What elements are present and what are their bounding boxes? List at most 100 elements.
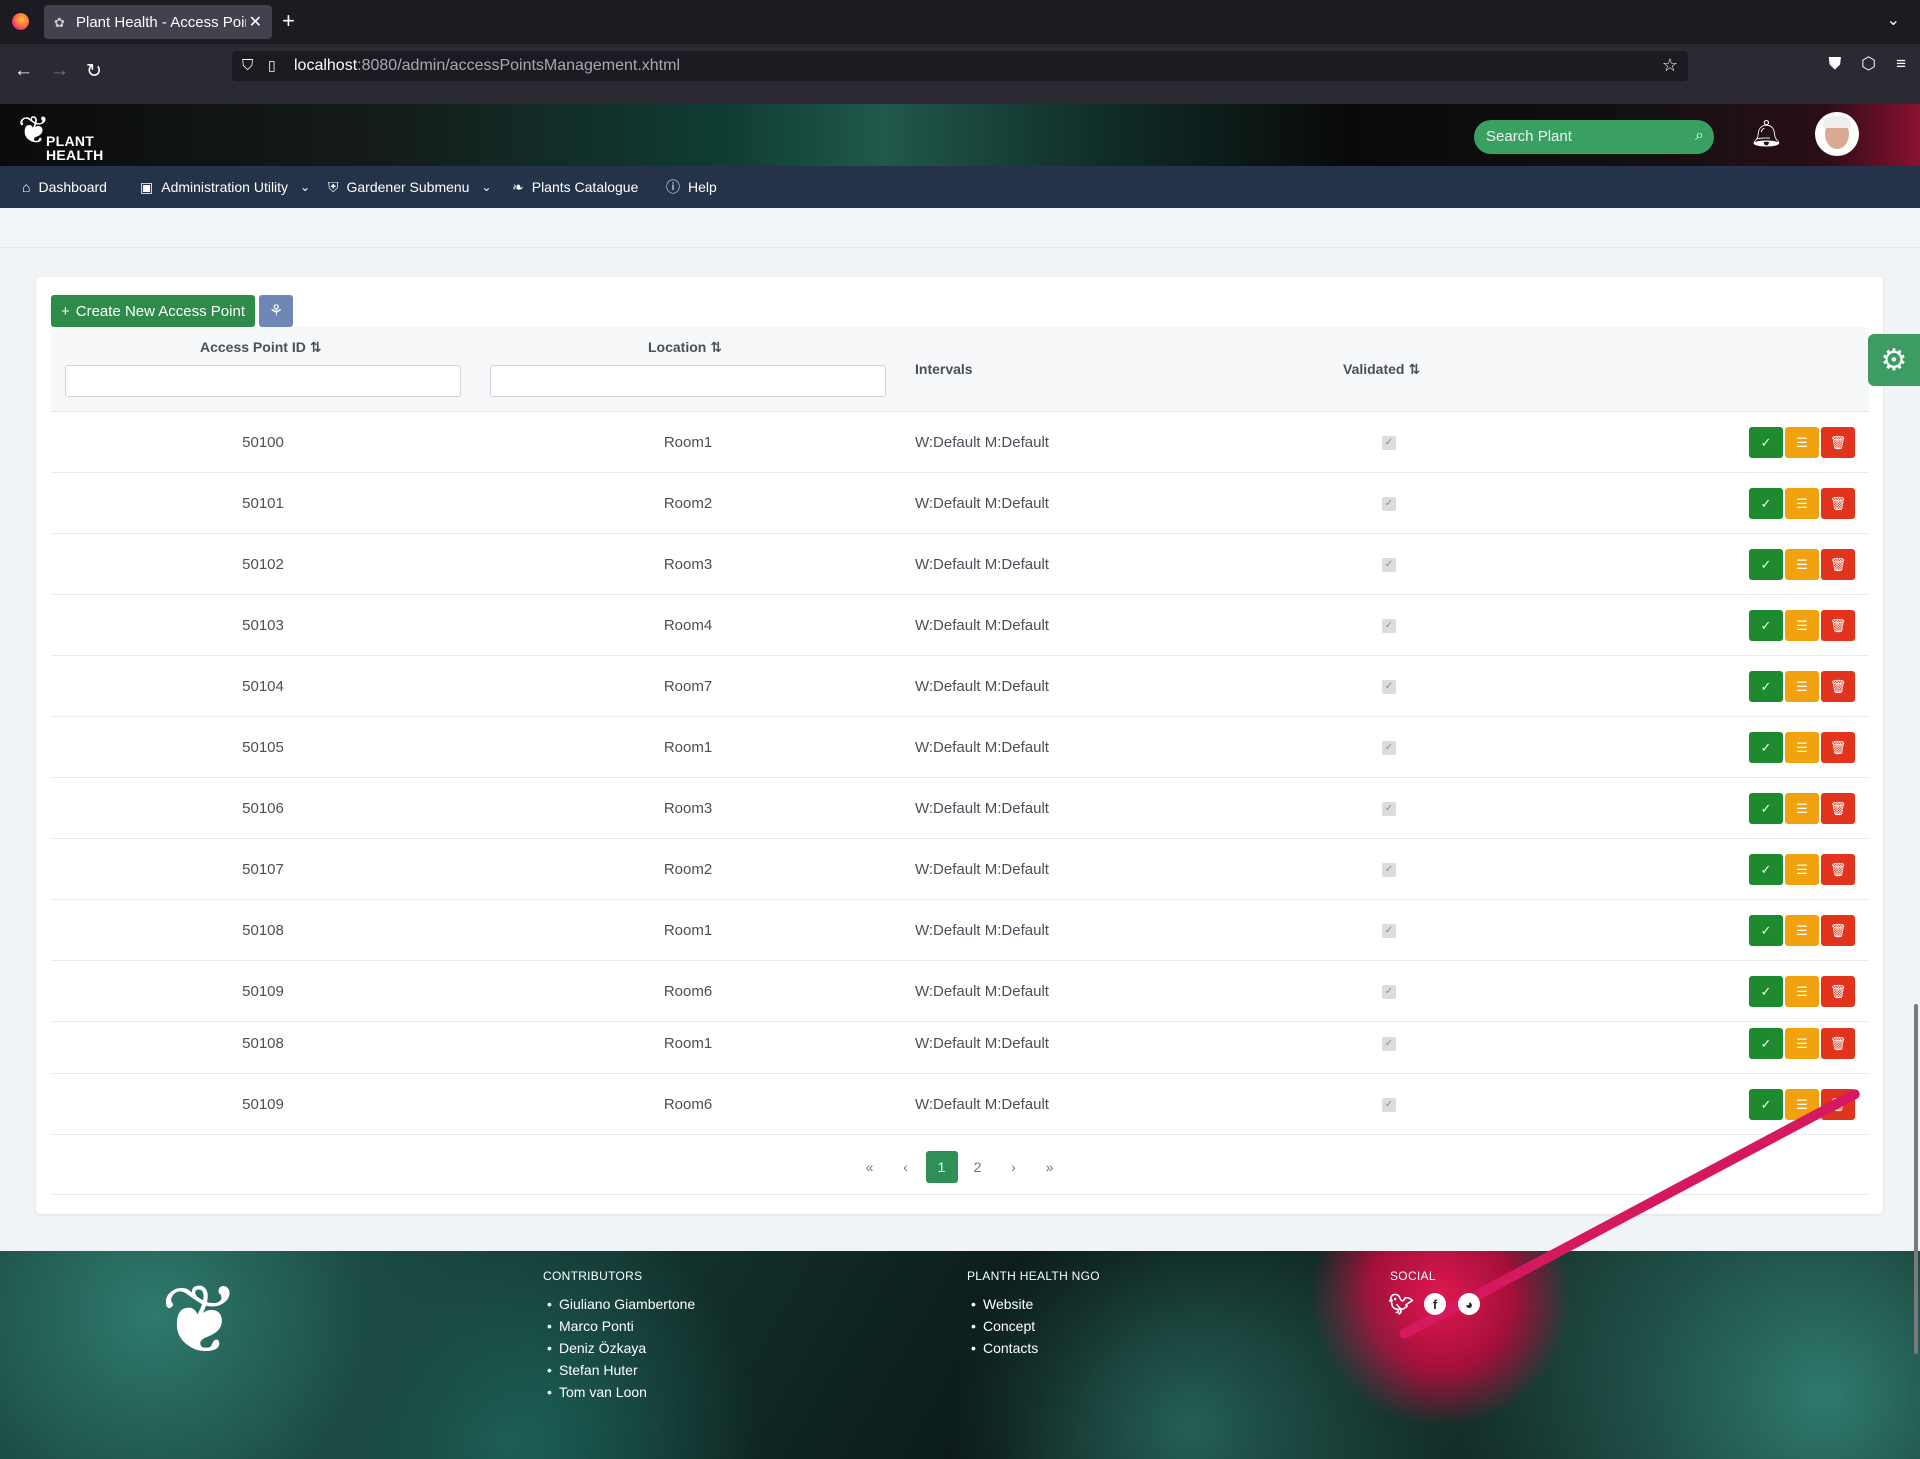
table-row[interactable]: 50108 Room1 W:Default M:Default ✓ ✓ ☰ 🗑︎ <box>51 900 1869 961</box>
delete-button[interactable]: 🗑︎ <box>1821 915 1855 946</box>
validate-button[interactable]: ✓ <box>1749 915 1783 946</box>
menu-help[interactable]: ⓘ Help <box>666 166 717 208</box>
url-bar[interactable]: ⛉ ▯ localhost:8080/admin/accessPointsMan… <box>232 51 1688 81</box>
facebook-icon[interactable]: f <box>1424 1293 1446 1315</box>
menu-plants-catalogue[interactable]: ❧ Plants Catalogue <box>512 166 638 208</box>
edit-settings-button[interactable]: ☰ <box>1785 854 1819 885</box>
validate-button[interactable]: ✓ <box>1749 671 1783 702</box>
delete-button[interactable]: 🗑︎ <box>1821 427 1855 458</box>
edit-settings-button[interactable]: ☰ <box>1785 488 1819 519</box>
shield-icon[interactable]: ⛉ <box>242 57 253 74</box>
new-tab-button[interactable]: + <box>282 8 295 34</box>
list-tabs-button[interactable]: ⌄ <box>1887 10 1900 30</box>
validated-checkbox[interactable]: ✓ <box>1382 740 1396 755</box>
delete-button[interactable]: 🗑︎ <box>1821 549 1855 580</box>
validate-button[interactable]: ✓ <box>1749 427 1783 458</box>
search-input[interactable] <box>1486 128 1676 145</box>
browser-tab[interactable]: ✿ Plant Health - Access Point ✕ <box>44 5 272 39</box>
validate-button[interactable]: ✓ <box>1749 488 1783 519</box>
filter-location-input[interactable] <box>490 365 886 397</box>
github-icon[interactable]: ◕ <box>1458 1293 1480 1315</box>
validate-button[interactable]: ✓ <box>1749 732 1783 763</box>
table-row[interactable]: 50101 Room2 W:Default M:Default ✓ ✓ ☰ 🗑︎ <box>51 473 1869 534</box>
table-row[interactable]: 50107 Room2 W:Default M:Default ✓ ✓ ☰ 🗑︎ <box>51 839 1869 900</box>
page-scrollbar[interactable] <box>1914 1004 1918 1354</box>
table-row[interactable]: 50103 Room4 W:Default M:Default ✓ ✓ ☰ 🗑︎ <box>51 595 1869 656</box>
delete-button[interactable]: 🗑︎ <box>1821 976 1855 1007</box>
validated-checkbox[interactable]: ✓ <box>1382 862 1396 877</box>
concept-link[interactable]: Concept <box>967 1315 1100 1337</box>
edit-settings-button[interactable]: ☰ <box>1785 427 1819 458</box>
url-text[interactable]: localhost:8080/admin/accessPointsManagem… <box>294 57 680 75</box>
validate-button[interactable]: ✓ <box>1749 1089 1783 1120</box>
edit-settings-button[interactable]: ☰ <box>1785 1028 1819 1059</box>
column-validated[interactable]: Validated ⇅ <box>1343 361 1420 378</box>
table-row[interactable]: 50105 Room1 W:Default M:Default ✓ ✓ ☰ 🗑︎ <box>51 717 1869 778</box>
validated-checkbox[interactable]: ✓ <box>1382 435 1396 450</box>
page-info-icon[interactable]: ▯ <box>268 57 276 74</box>
create-access-point-button[interactable]: + Create New Access Point <box>51 295 255 327</box>
table-row[interactable]: 50109Room6W:Default M:Default✓✓☰🗑︎ <box>51 1074 1869 1135</box>
validated-checkbox[interactable]: ✓ <box>1382 618 1396 633</box>
column-access-point-id[interactable]: Access Point ID ⇅ <box>200 339 322 356</box>
edit-settings-button[interactable]: ☰ <box>1785 793 1819 824</box>
menu-administration-utility[interactable]: ▣ Administration Utility ⌄ <box>140 166 310 208</box>
delete-button[interactable]: 🗑︎ <box>1821 610 1855 641</box>
validated-checkbox[interactable]: ✓ <box>1382 801 1396 816</box>
validated-checkbox[interactable]: ✓ <box>1382 557 1396 572</box>
edit-settings-button[interactable]: ☰ <box>1785 610 1819 641</box>
notifications-bell-icon[interactable]: 🔔︎ <box>1750 118 1783 149</box>
back-button[interactable]: ← <box>14 60 33 82</box>
page-1-button[interactable]: 1 <box>925 1151 958 1183</box>
validated-checkbox[interactable]: ✓ <box>1382 679 1396 694</box>
validate-button[interactable]: ✓ <box>1749 976 1783 1007</box>
delete-button[interactable]: 🗑︎ <box>1821 488 1855 519</box>
plant-health-logo[interactable]: ❦ PLANT HEALTH <box>18 108 128 162</box>
plant-filter-button[interactable]: ⚘ <box>259 295 293 327</box>
prev-page-button[interactable]: ‹ <box>890 1151 922 1183</box>
delete-button[interactable]: 🗑︎ <box>1821 854 1855 885</box>
validated-checkbox[interactable]: ✓ <box>1382 496 1396 511</box>
edit-settings-button[interactable]: ☰ <box>1785 732 1819 763</box>
user-avatar[interactable] <box>1815 112 1859 156</box>
page-2-button[interactable]: 2 <box>962 1151 994 1183</box>
table-row[interactable]: 50100 Room1 W:Default M:Default ✓ ✓ ☰ 🗑︎ <box>51 412 1869 473</box>
edit-settings-button[interactable]: ☰ <box>1785 671 1819 702</box>
validate-button[interactable]: ✓ <box>1749 610 1783 641</box>
pocket-icon[interactable]: ⛊ <box>1828 54 1841 74</box>
menu-hamburger-icon[interactable]: ≡ <box>1896 54 1906 74</box>
last-page-button[interactable]: » <box>1034 1151 1066 1183</box>
search-icon[interactable]: ⌕ <box>1695 127 1704 145</box>
layout-config-button[interactable]: ⚙ <box>1868 334 1920 386</box>
delete-button[interactable]: 🗑︎ <box>1821 1028 1855 1059</box>
menu-gardener-submenu[interactable]: ⛨ Gardener Submenu ⌄ <box>328 166 492 208</box>
bookmark-star-icon[interactable]: ☆ <box>1662 55 1678 76</box>
first-page-button[interactable]: « <box>854 1151 886 1183</box>
extensions-icon[interactable]: ⬡ <box>1861 54 1876 74</box>
delete-button[interactable]: 🗑︎ <box>1821 793 1855 824</box>
validate-button[interactable]: ✓ <box>1749 549 1783 580</box>
validated-checkbox[interactable]: ✓ <box>1382 923 1396 938</box>
validated-checkbox[interactable]: ✓ <box>1382 1097 1396 1112</box>
website-link[interactable]: Website <box>967 1293 1100 1315</box>
table-row[interactable]: 50104 Room7 W:Default M:Default ✓ ✓ ☰ 🗑︎ <box>51 656 1869 717</box>
menu-dashboard[interactable]: ⌂ Dashboard <box>22 166 107 208</box>
validate-button[interactable]: ✓ <box>1749 1028 1783 1059</box>
edit-settings-button[interactable]: ☰ <box>1785 915 1819 946</box>
table-row[interactable]: 50108 Room1 W:Default M:Default ✓ ✓ ☰ 🗑︎ <box>51 1013 1869 1074</box>
reload-button[interactable]: ↻ <box>86 60 102 83</box>
column-location[interactable]: Location ⇅ <box>648 339 722 356</box>
validated-checkbox[interactable]: ✓ <box>1382 1036 1396 1051</box>
validated-checkbox[interactable]: ✓ <box>1382 984 1396 999</box>
validate-button[interactable]: ✓ <box>1749 793 1783 824</box>
delete-button[interactable]: 🗑︎ <box>1821 732 1855 763</box>
delete-button[interactable]: 🗑︎ <box>1821 671 1855 702</box>
next-page-button[interactable]: › <box>998 1151 1030 1183</box>
table-row[interactable]: 50102 Room3 W:Default M:Default ✓ ✓ ☰ 🗑︎ <box>51 534 1869 595</box>
table-row[interactable]: 50106 Room3 W:Default M:Default ✓ ✓ ☰ 🗑︎ <box>51 778 1869 839</box>
contacts-link[interactable]: Contacts <box>967 1337 1100 1359</box>
forward-button[interactable]: → <box>50 60 69 82</box>
validate-button[interactable]: ✓ <box>1749 854 1783 885</box>
edit-settings-button[interactable]: ☰ <box>1785 976 1819 1007</box>
close-tab-icon[interactable]: ✕ <box>249 12 262 32</box>
